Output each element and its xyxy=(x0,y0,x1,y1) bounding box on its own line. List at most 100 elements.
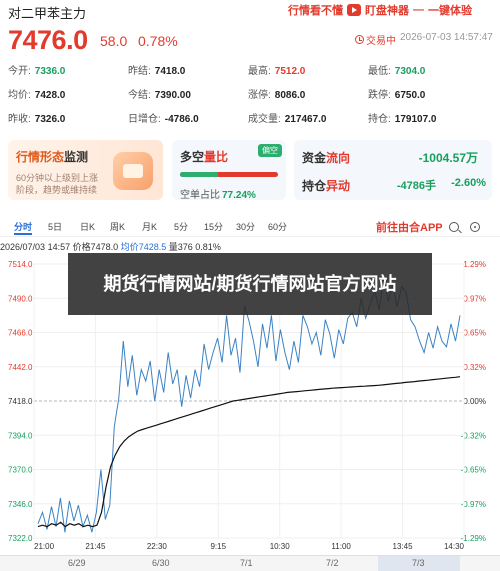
contract-title: 对二甲苯主力 xyxy=(8,6,87,21)
open-app-link[interactable]: 前往由合APP xyxy=(376,219,443,235)
trend-title-a: 行情形态 xyxy=(16,150,65,164)
date-label: 7/3 xyxy=(412,558,425,568)
period-tabs: 分时 5日 日K 周K 月K 5分 15分 30分 60分 前往由合APP xyxy=(0,217,500,237)
stat-label: 跌停: xyxy=(368,90,391,101)
promo-banner[interactable]: 行情看不懂 盯盘神器 — 一键体验 xyxy=(288,2,472,18)
long-short-title-a: 多空 xyxy=(180,150,205,164)
y-tick-label: 7418.0 xyxy=(8,397,33,406)
y-tick-label: 7514.0 xyxy=(8,260,33,269)
pct-tick-label: 0.00% xyxy=(463,397,486,406)
date-label: 6/30 xyxy=(152,558,170,568)
stat-label: 最低: xyxy=(368,66,391,77)
stat-value: 7304.0 xyxy=(394,66,426,77)
x-tick-label: 22:30 xyxy=(147,542,168,551)
play-icon xyxy=(347,4,361,16)
promo-text-2: 盯盘神器 xyxy=(365,5,409,17)
x-tick-label: 13:45 xyxy=(393,542,414,551)
stat-cell: 今开: 7336.0 xyxy=(8,62,65,77)
date-navigator[interactable]: 6/29 6/30 7/1 7/2 7/3 xyxy=(0,555,500,571)
stat-cell: 日增仓: -4786.0 xyxy=(128,110,199,125)
x-tick-label: 10:30 xyxy=(270,542,291,551)
y-tick-label: 7394.0 xyxy=(8,431,33,440)
stat-label: 昨收: xyxy=(8,114,31,125)
stat-label: 最高: xyxy=(248,66,271,77)
stat-value: 217467.0 xyxy=(284,114,327,125)
long-short-title: 多空量比 xyxy=(180,148,228,165)
position-change-row[interactable]: 持仓异动 -4786手 -2.60% xyxy=(302,177,486,194)
stat-value: 6750.0 xyxy=(394,90,426,101)
last-price: 7476.0 xyxy=(8,25,88,55)
tab-5[interactable]: 5分 xyxy=(174,219,188,235)
trading-status: 交易中 xyxy=(355,32,396,47)
short-ratio-value: 77.24% xyxy=(222,190,256,201)
position-label-a: 持仓 xyxy=(302,179,327,193)
stat-label: 今开: xyxy=(8,66,31,77)
trend-card-title: 行情形态监测 xyxy=(16,148,88,165)
x-tick-label: 11:00 xyxy=(331,542,351,551)
stat-cell: 成交量: 217467.0 xyxy=(248,110,327,125)
price-change-pct: 0.78% xyxy=(138,33,178,49)
clock-icon xyxy=(355,35,364,44)
short-ratio-fill xyxy=(180,172,218,177)
date-label: 7/2 xyxy=(326,558,339,568)
stat-value: 7390.00 xyxy=(154,90,191,101)
date-label: 6/29 xyxy=(68,558,86,568)
stat-cell: 跌停: 6750.0 xyxy=(368,86,425,101)
y-tick-label: 7322.0 xyxy=(8,534,33,543)
tab-0[interactable]: 分时 xyxy=(14,219,33,235)
stats-row: 均价: 7428.0 今结: 7390.00 涨停: 8086.0 跌停: 6750.0 xyxy=(8,86,496,110)
short-ratio-bar xyxy=(180,172,278,177)
stat-cell: 均价: 7428.0 xyxy=(8,86,65,101)
stat-value: -4786.0 xyxy=(164,114,199,125)
quote-timestamp: 2026-07-03 14:57:47 xyxy=(400,32,493,43)
tab-1[interactable]: 5日 xyxy=(48,219,62,235)
stat-label: 成交量: xyxy=(248,114,281,125)
position-label-b: 异动 xyxy=(326,179,351,193)
chart-illustration-icon xyxy=(113,152,153,190)
promo-text-1: 行情看不懂 xyxy=(288,5,343,17)
trend-monitor-card[interactable]: 行情形态监测 60分钟以上级别上涨 阶段，趋势或维持续 xyxy=(8,140,163,200)
pct-tick-label: 0.97% xyxy=(463,294,486,303)
stat-cell: 涨停: 8086.0 xyxy=(248,86,305,101)
capital-flow-row[interactable]: 资金流向 -1004.57万 xyxy=(302,149,486,166)
long-short-card[interactable]: 多空量比 偏空 空单占比 77.24% xyxy=(172,140,286,201)
capital-position-card[interactable]: 资金流向 -1004.57万 持仓异动 -4786手 -2.60% xyxy=(294,140,492,200)
trend-line-2: 阶段，趋势或维持续 xyxy=(16,185,98,195)
stat-label: 昨结: xyxy=(128,66,151,77)
pct-tick-label: 0.65% xyxy=(463,329,486,338)
y-tick-label: 7490.0 xyxy=(8,294,33,303)
x-tick-label: 9:15 xyxy=(210,542,226,551)
trend-title-b: 监测 xyxy=(64,150,89,164)
stat-value: 7418.0 xyxy=(154,66,186,77)
tab-8[interactable]: 60分 xyxy=(268,219,287,235)
search-icon[interactable] xyxy=(449,222,459,232)
stat-cell: 昨收: 7326.0 xyxy=(8,110,65,125)
capital-flow-label: 资金流向 xyxy=(302,151,350,165)
tab-7[interactable]: 30分 xyxy=(236,219,255,235)
trading-status-label: 交易中 xyxy=(366,36,396,47)
pct-tick-label: 0.32% xyxy=(463,363,486,372)
stat-cell: 昨结: 7418.0 xyxy=(128,62,185,77)
tab-2[interactable]: 日K xyxy=(80,219,95,235)
price-line xyxy=(37,276,461,533)
watermark-overlay: 期货行情网站/期货行情网站官方网站 xyxy=(68,253,432,315)
y-tick-label: 7442.0 xyxy=(8,363,33,372)
stats-row: 今开: 7336.0 昨结: 7418.0 最高: 7512.0 最低: 7304.0 xyxy=(8,62,496,86)
stat-cell: 今结: 7390.00 xyxy=(128,86,191,101)
stat-value: 7428.0 xyxy=(34,90,66,101)
tab-6[interactable]: 15分 xyxy=(204,219,223,235)
date-label: 7/1 xyxy=(240,558,253,568)
capital-label-b: 流向 xyxy=(326,151,351,165)
stat-value: 7326.0 xyxy=(34,114,66,125)
stat-cell: 持仓: 179107.0 xyxy=(368,110,437,125)
pct-tick-label: 1.29% xyxy=(463,260,486,269)
stats-row: 昨收: 7326.0 日增仓: -4786.0 成交量: 217467.0 持仓: 17910… xyxy=(8,110,496,134)
stat-value: 179107.0 xyxy=(394,114,437,125)
x-tick-label: 21:45 xyxy=(85,542,106,551)
stat-label: 日增仓: xyxy=(128,114,161,125)
price-change: 58.0 xyxy=(100,33,128,49)
y-tick-label: 7346.0 xyxy=(8,500,33,509)
tab-4[interactable]: 月K xyxy=(142,219,157,235)
tab-3[interactable]: 周K xyxy=(110,219,125,235)
settings-icon[interactable] xyxy=(470,222,480,232)
